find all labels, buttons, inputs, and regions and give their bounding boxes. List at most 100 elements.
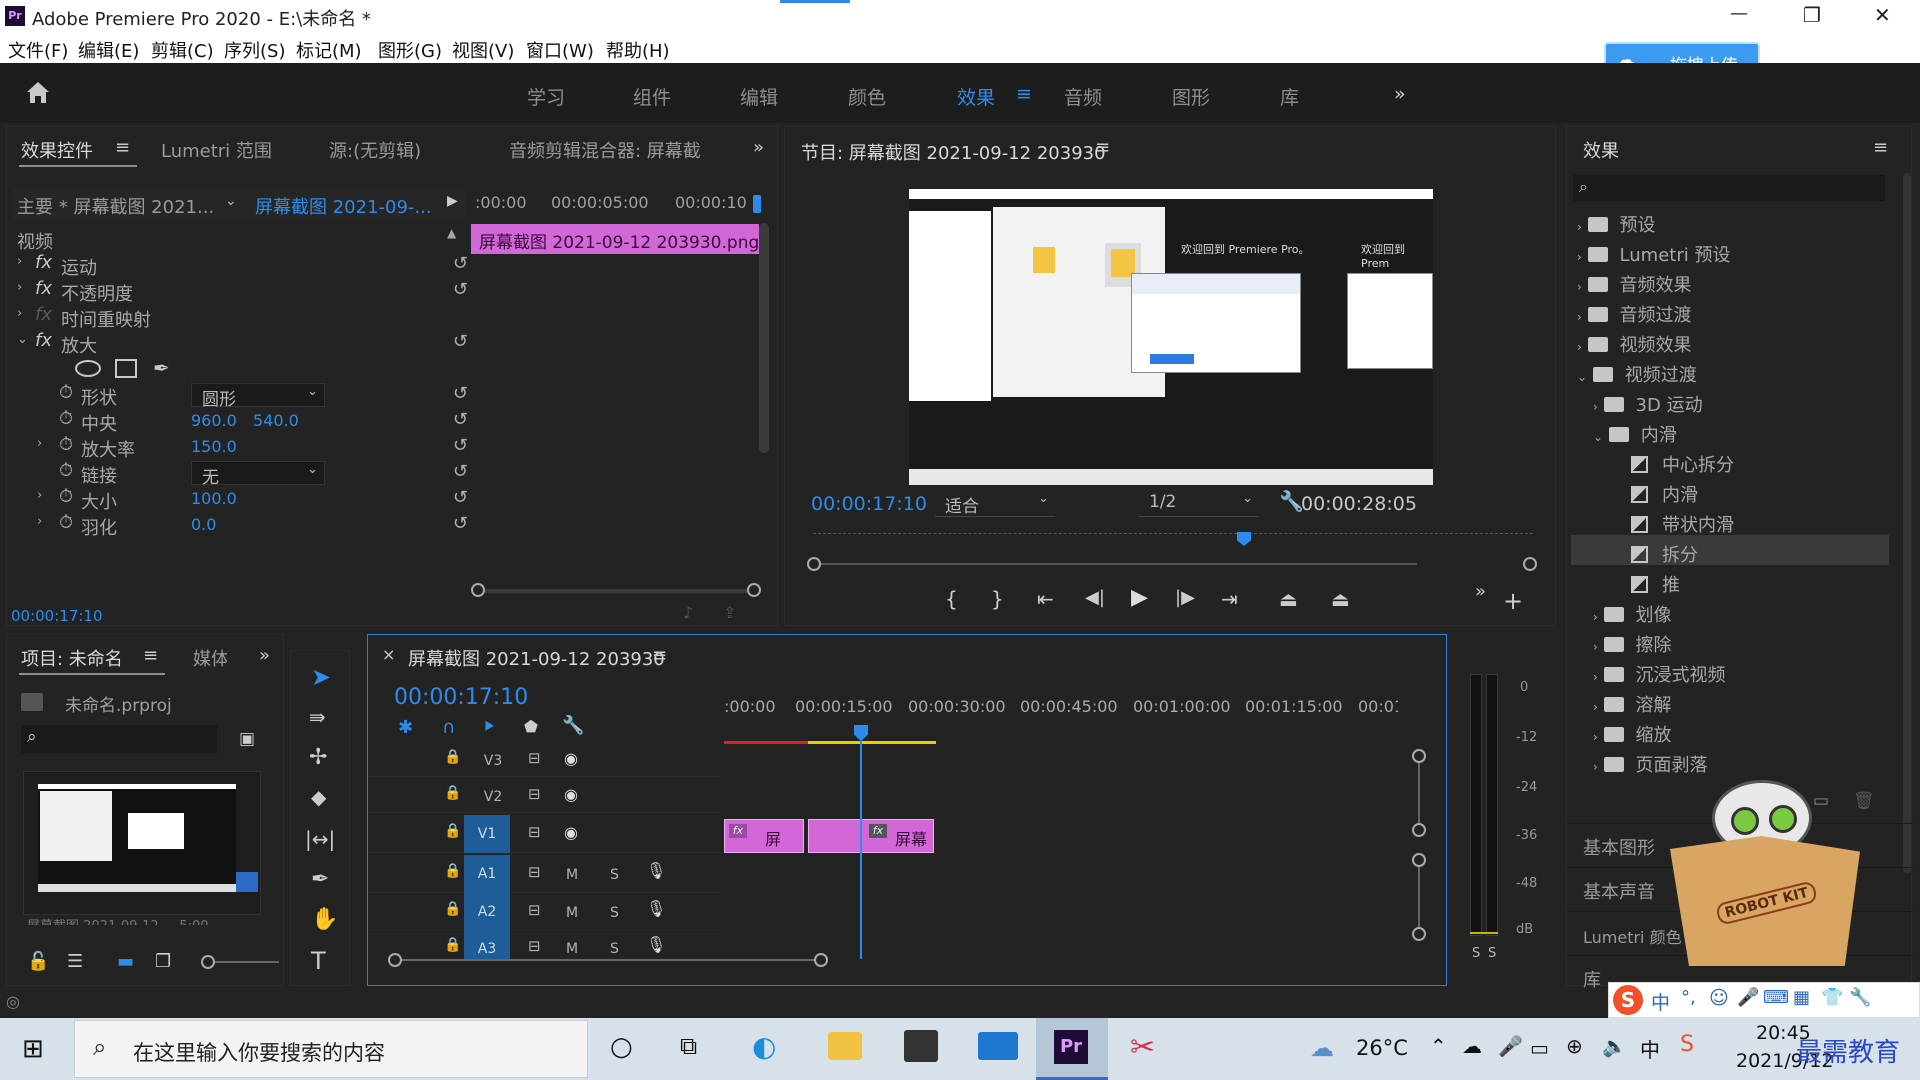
timeline-clip[interactable]: fx 屏	[724, 819, 804, 853]
chevron-down-icon[interactable]: ⌄	[225, 193, 237, 209]
reset-icon[interactable]: ↺	[453, 435, 468, 456]
list-view-icon[interactable]: ☰	[67, 951, 83, 972]
tray-ime[interactable]: 中	[1640, 1034, 1660, 1063]
punctuation-icon[interactable]: °,	[1681, 987, 1696, 1008]
reset-icon[interactable]: ↺	[453, 331, 468, 352]
program-title[interactable]: 节目: 屏幕截图 2021-09-12 203930	[801, 139, 1106, 165]
lock-icon[interactable]: 🔒	[444, 937, 461, 953]
tray-chevron-icon[interactable]: ⌃	[1430, 1034, 1447, 1058]
mute-button[interactable]: M	[566, 941, 578, 957]
export-icon[interactable]: ⇪	[723, 603, 736, 622]
lock-icon[interactable]: 🔒	[444, 863, 461, 879]
wrench-icon[interactable]: 🔧	[562, 715, 584, 736]
lift-icon[interactable]: ⏏	[1279, 587, 1298, 611]
workspace-learn[interactable]: 学习	[527, 83, 565, 110]
solo-right-button[interactable]: S	[1488, 946, 1496, 961]
microphone-icon[interactable]: 🎙	[646, 899, 666, 918]
effects-item-page-peel[interactable]: › 页面剥落	[1593, 751, 1708, 781]
effects-item-lumetri-presets[interactable]: › Lumetri 预设	[1577, 241, 1730, 271]
menu-view[interactable]: 视图(V)	[452, 37, 514, 63]
lock-icon[interactable]: 🔓	[27, 951, 49, 972]
sync-lock-icon[interactable]: ⊟	[528, 901, 541, 919]
close-button[interactable]: ✕	[1874, 3, 1891, 27]
workspace-more-icon[interactable]: »	[1394, 83, 1406, 105]
mute-button[interactable]: M	[566, 905, 578, 921]
settings-icon[interactable]: 🔧	[1849, 987, 1871, 1008]
minimize-button[interactable]: —	[1730, 3, 1748, 24]
sogou-icon[interactable]: S	[1613, 985, 1643, 1015]
track-label[interactable]: V3	[476, 753, 510, 769]
menu-window[interactable]: 窗口(W)	[526, 37, 594, 63]
menu-edit[interactable]: 编辑(E)	[78, 37, 139, 63]
ripple-edit-tool-icon[interactable]: ✢	[309, 745, 327, 770]
voice-icon[interactable]: 🎤	[1737, 987, 1759, 1008]
effects-item-slide-transition[interactable]: 内滑	[1631, 481, 1698, 511]
size-value[interactable]: 100.0	[191, 489, 237, 508]
reset-icon[interactable]: ↺	[453, 383, 468, 404]
timeline-hscroll[interactable]	[388, 953, 828, 967]
export-audio-icon[interactable]: ♪	[683, 603, 693, 622]
effects-item-push[interactable]: 推	[1631, 571, 1680, 601]
clip-thumbnail[interactable]	[23, 771, 261, 915]
ec-ruler[interactable]: :00:00 00:00:05:00 00:00:10	[469, 189, 761, 219]
track-label[interactable]: A3	[464, 931, 510, 961]
extract-icon[interactable]: ⏏	[1331, 587, 1350, 611]
razor-tool-icon[interactable]: ◆	[311, 785, 326, 809]
add-marker-icon[interactable]: ⯈	[482, 717, 496, 738]
lock-icon[interactable]: 🔒	[444, 823, 461, 839]
hand-tool-icon[interactable]: ✋	[311, 907, 338, 932]
stopwatch-icon[interactable]: ⏱	[59, 460, 73, 481]
thumb-size-slider[interactable]	[201, 955, 279, 969]
stopwatch-icon[interactable]: ⏱	[59, 382, 73, 403]
effects-item-center-split[interactable]: 中心拆分	[1631, 451, 1734, 481]
sync-lock-icon[interactable]: ⊟	[528, 823, 541, 841]
effects-item-dissolve[interactable]: › 溶解	[1593, 691, 1672, 721]
panel-menu-icon[interactable]: ≡	[115, 137, 130, 158]
restore-button[interactable]: ❐	[1803, 3, 1821, 27]
magnification-value[interactable]: 150.0	[191, 437, 237, 456]
type-tool-icon[interactable]: T	[311, 947, 326, 975]
battery-icon[interactable]: ▭	[1530, 1036, 1549, 1060]
effects-item-presets[interactable]: › 预设	[1577, 211, 1656, 241]
menu-file[interactable]: 文件(F)	[8, 37, 68, 63]
panel-menu-icon[interactable]: ≡	[143, 645, 158, 666]
slip-tool-icon[interactable]: |↔|	[305, 827, 335, 851]
timeline-vscroll-audio[interactable]	[1412, 853, 1426, 941]
fx-icon[interactable]: fx	[35, 330, 52, 351]
reset-icon[interactable]: ↺	[453, 253, 468, 274]
mark-in-icon[interactable]: {	[945, 587, 958, 611]
center-y-value[interactable]: 540.0	[253, 411, 299, 430]
sync-lock-icon[interactable]: ⊟	[528, 749, 541, 767]
track-label[interactable]: A2	[464, 893, 510, 931]
program-scrubber[interactable]	[813, 532, 1533, 555]
fx-icon[interactable]: fx	[35, 252, 52, 273]
keyboard-icon[interactable]: ⌨	[1763, 987, 1789, 1008]
linked-selection-icon[interactable]: ∩	[442, 717, 455, 738]
tab-media[interactable]: 媒体	[193, 645, 227, 671]
workspace-assembly[interactable]: 组件	[633, 83, 671, 110]
overflow-icon[interactable]: »	[1475, 581, 1486, 602]
tab-source[interactable]: 源:(无剪辑)	[329, 137, 421, 163]
tray-cloud-icon[interactable]: ☁	[1462, 1034, 1482, 1058]
effects-item-video-transitions[interactable]: ⌄ 视频过渡	[1577, 361, 1697, 391]
solo-button[interactable]: S	[610, 941, 619, 957]
fx-icon[interactable]: fx	[35, 278, 52, 299]
reset-icon[interactable]: ↺	[453, 279, 468, 300]
workspace-editing[interactable]: 编辑	[740, 83, 778, 110]
shape-select[interactable]: 圆形 ⌄	[191, 383, 325, 410]
timeline-ruler[interactable]: :00:00 00:00:15:00 00:00:30:00 00:00:45:…	[724, 697, 1398, 727]
menu-help[interactable]: 帮助(H)	[606, 37, 670, 63]
microphone-icon[interactable]: 🎙	[646, 935, 666, 954]
sync-lock-icon[interactable]: ⊟	[528, 863, 541, 881]
ec-clip-bar[interactable]: 屏幕截图 2021-09-12 203930.png	[471, 224, 759, 254]
edge-icon[interactable]: ◐	[752, 1030, 776, 1063]
program-video[interactable]: 欢迎回到 Premiere Pro。 欢迎回到 Prem	[909, 189, 1433, 485]
volume-icon[interactable]: 🔈	[1602, 1034, 1627, 1058]
link-select[interactable]: 无 ⌄	[191, 461, 325, 488]
eye-icon[interactable]: ◉	[564, 749, 578, 768]
reset-icon[interactable]: ↺	[453, 461, 468, 482]
fit-select[interactable]: 适合 ⌄	[935, 491, 1055, 517]
stopwatch-icon[interactable]: ⏱	[59, 486, 73, 507]
premiere-taskbar-icon[interactable]: Pr	[1036, 1018, 1108, 1080]
home-icon[interactable]	[24, 79, 52, 105]
